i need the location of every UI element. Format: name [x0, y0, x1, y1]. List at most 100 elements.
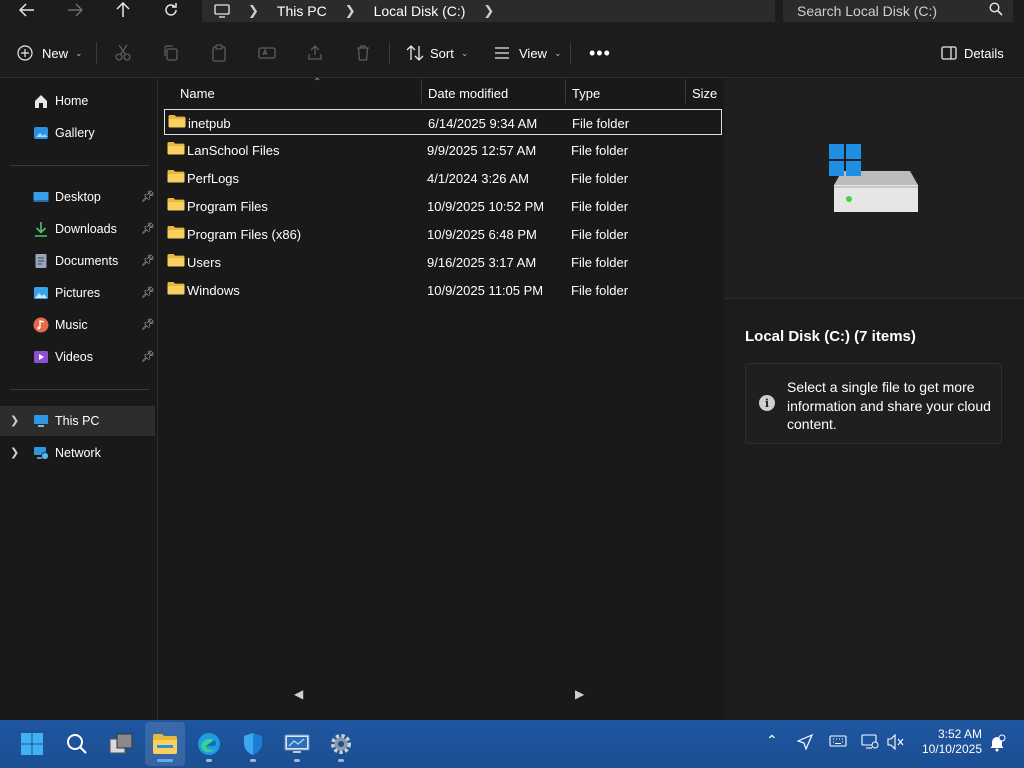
edge-icon [198, 733, 220, 755]
sidebar-item-videos[interactable]: Videos 📌︎ [0, 342, 155, 372]
column-divider[interactable] [565, 79, 566, 103]
sidebar-item-pictures[interactable]: Pictures 📌︎ [0, 278, 155, 308]
volume-muted-icon[interactable] [887, 734, 905, 750]
sidebar-item-label: Home [55, 94, 89, 108]
scroll-right-arrow[interactable]: ▶ [575, 687, 584, 701]
computer-icon [214, 4, 230, 18]
taskbar-search-button[interactable] [57, 722, 97, 766]
chevron-right-icon: ❯ [344, 3, 356, 18]
show-hidden-icons-chevron-up-icon[interactable]: ⌃ [766, 732, 778, 749]
file-date: 10/9/2025 6:48 PM [427, 227, 537, 242]
taskbar-settings[interactable] [321, 722, 361, 766]
details-pane-button[interactable]: Details [941, 40, 1004, 66]
sidebar-item-label: Desktop [55, 190, 101, 204]
clock-date: 10/10/2025 [921, 742, 982, 756]
rename-button[interactable] [258, 40, 276, 66]
more-options-button[interactable]: ••• [589, 40, 611, 66]
chevron-right-icon[interactable]: ❯ [10, 414, 19, 427]
view-list-icon [495, 47, 509, 59]
copy-button[interactable] [162, 40, 180, 66]
table-row[interactable]: Users 9/16/2025 3:17 AM File folder [164, 249, 722, 275]
refresh-button[interactable] [156, 0, 186, 20]
videos-icon [34, 351, 48, 363]
clock[interactable]: 3:52 AM 10/10/2025 [918, 727, 982, 757]
sort-button[interactable]: Sort ⌄ [406, 40, 468, 66]
search-input[interactable] [797, 3, 977, 19]
copy-icon [164, 45, 178, 61]
chevron-down-icon: ⌄ [460, 47, 469, 58]
sidebar-item-home[interactable]: Home [0, 86, 155, 116]
sidebar-item-documents[interactable]: Documents 📌︎ [0, 246, 155, 276]
sidebar-item-gallery[interactable]: Gallery [0, 118, 155, 148]
notification-bell-icon[interactable] [988, 734, 1006, 752]
column-header-size[interactable]: Size [692, 79, 723, 107]
sidebar-item-music[interactable]: Music 📌︎ [0, 310, 155, 340]
cut-button[interactable] [114, 40, 132, 66]
file-date: 6/14/2025 9:34 AM [428, 116, 538, 131]
chevron-down-icon: ⌄ [75, 47, 83, 58]
new-button[interactable]: New ⌄ [17, 40, 83, 66]
keyboard-icon[interactable] [829, 734, 847, 748]
column-divider[interactable] [685, 79, 686, 103]
share-button[interactable] [306, 40, 324, 66]
defender-icon [244, 733, 262, 755]
folder-icon [167, 282, 185, 295]
taskbar-defender[interactable] [233, 722, 273, 766]
column-header-type[interactable]: Type [572, 79, 684, 107]
details-pane-icon [941, 46, 957, 60]
sort-icon [406, 45, 424, 61]
column-header-name[interactable]: Name ⌃ [180, 77, 420, 107]
sidebar-item-label: Network [55, 446, 101, 460]
folder-icon [168, 115, 186, 128]
taskbar-edge[interactable] [189, 722, 229, 766]
breadcrumb[interactable]: ❯ This PC ❯ Local Disk (C:) ❯ [202, 0, 775, 22]
sidebar-item-network[interactable]: ❯ Network [0, 438, 155, 468]
refresh-icon [165, 3, 177, 16]
network-status-icon[interactable] [861, 734, 879, 750]
sidebar-divider [10, 165, 149, 166]
sidebar-item-downloads[interactable]: Downloads 📌︎ [0, 214, 155, 244]
chevron-right-icon: ❯ [483, 3, 495, 18]
music-icon [33, 317, 49, 333]
location-icon[interactable] [797, 734, 813, 750]
sort-label: Sort [430, 45, 454, 61]
table-row[interactable]: inetpub 6/14/2025 9:34 AM File folder [164, 109, 722, 135]
column-header-label: Size [692, 85, 718, 101]
start-button[interactable] [12, 722, 52, 766]
column-header-label: Name [180, 85, 215, 101]
chevron-right-icon[interactable]: ❯ [10, 446, 19, 459]
table-row[interactable]: PerfLogs 4/1/2024 3:26 AM File folder [164, 165, 722, 191]
scissors-icon [115, 44, 131, 61]
rename-icon [258, 47, 276, 59]
table-row[interactable]: LanSchool Files 9/9/2025 12:57 AM File f… [164, 137, 722, 163]
sidebar-item-this-pc[interactable]: ❯ This PC [0, 406, 155, 436]
documents-icon [35, 254, 47, 268]
info-icon: i [759, 395, 775, 411]
sidebar-item-label: Downloads [55, 222, 117, 236]
file-type: File folder [571, 283, 629, 298]
clock-time: 3:52 AM [937, 727, 982, 741]
up-button[interactable] [108, 0, 138, 20]
column-divider[interactable] [421, 79, 422, 103]
view-button[interactable]: View ⌄ [494, 40, 562, 66]
file-explorer-icon [153, 734, 177, 754]
forward-button[interactable] [60, 0, 90, 20]
search-box[interactable] [783, 0, 1013, 22]
paste-button[interactable] [210, 40, 228, 66]
table-row[interactable]: Program Files (x86) 10/9/2025 6:48 PM Fi… [164, 221, 722, 247]
sidebar-item-desktop[interactable]: Desktop 📌︎ [0, 182, 155, 212]
scroll-left-arrow[interactable]: ◀ [294, 687, 303, 701]
table-row[interactable]: Windows 10/9/2025 11:05 PM File folder [164, 277, 722, 303]
taskbar-file-explorer[interactable] [145, 722, 185, 766]
column-header-date[interactable]: Date modified [428, 79, 562, 107]
breadcrumb-item-this-pc[interactable]: This PC [277, 3, 327, 19]
details-pane: Local Disk (C:) (7 items) i Select a sin… [724, 79, 1024, 720]
delete-button[interactable] [354, 40, 372, 66]
breadcrumb-item-local-disk[interactable]: Local Disk (C:) [374, 3, 466, 19]
taskbar-remote-desktop[interactable] [277, 722, 317, 766]
toolbar-divider [389, 42, 390, 64]
back-button[interactable] [12, 0, 42, 20]
file-type: File folder [571, 171, 629, 186]
task-view-button[interactable] [101, 722, 141, 766]
table-row[interactable]: Program Files 10/9/2025 10:52 PM File fo… [164, 193, 722, 219]
